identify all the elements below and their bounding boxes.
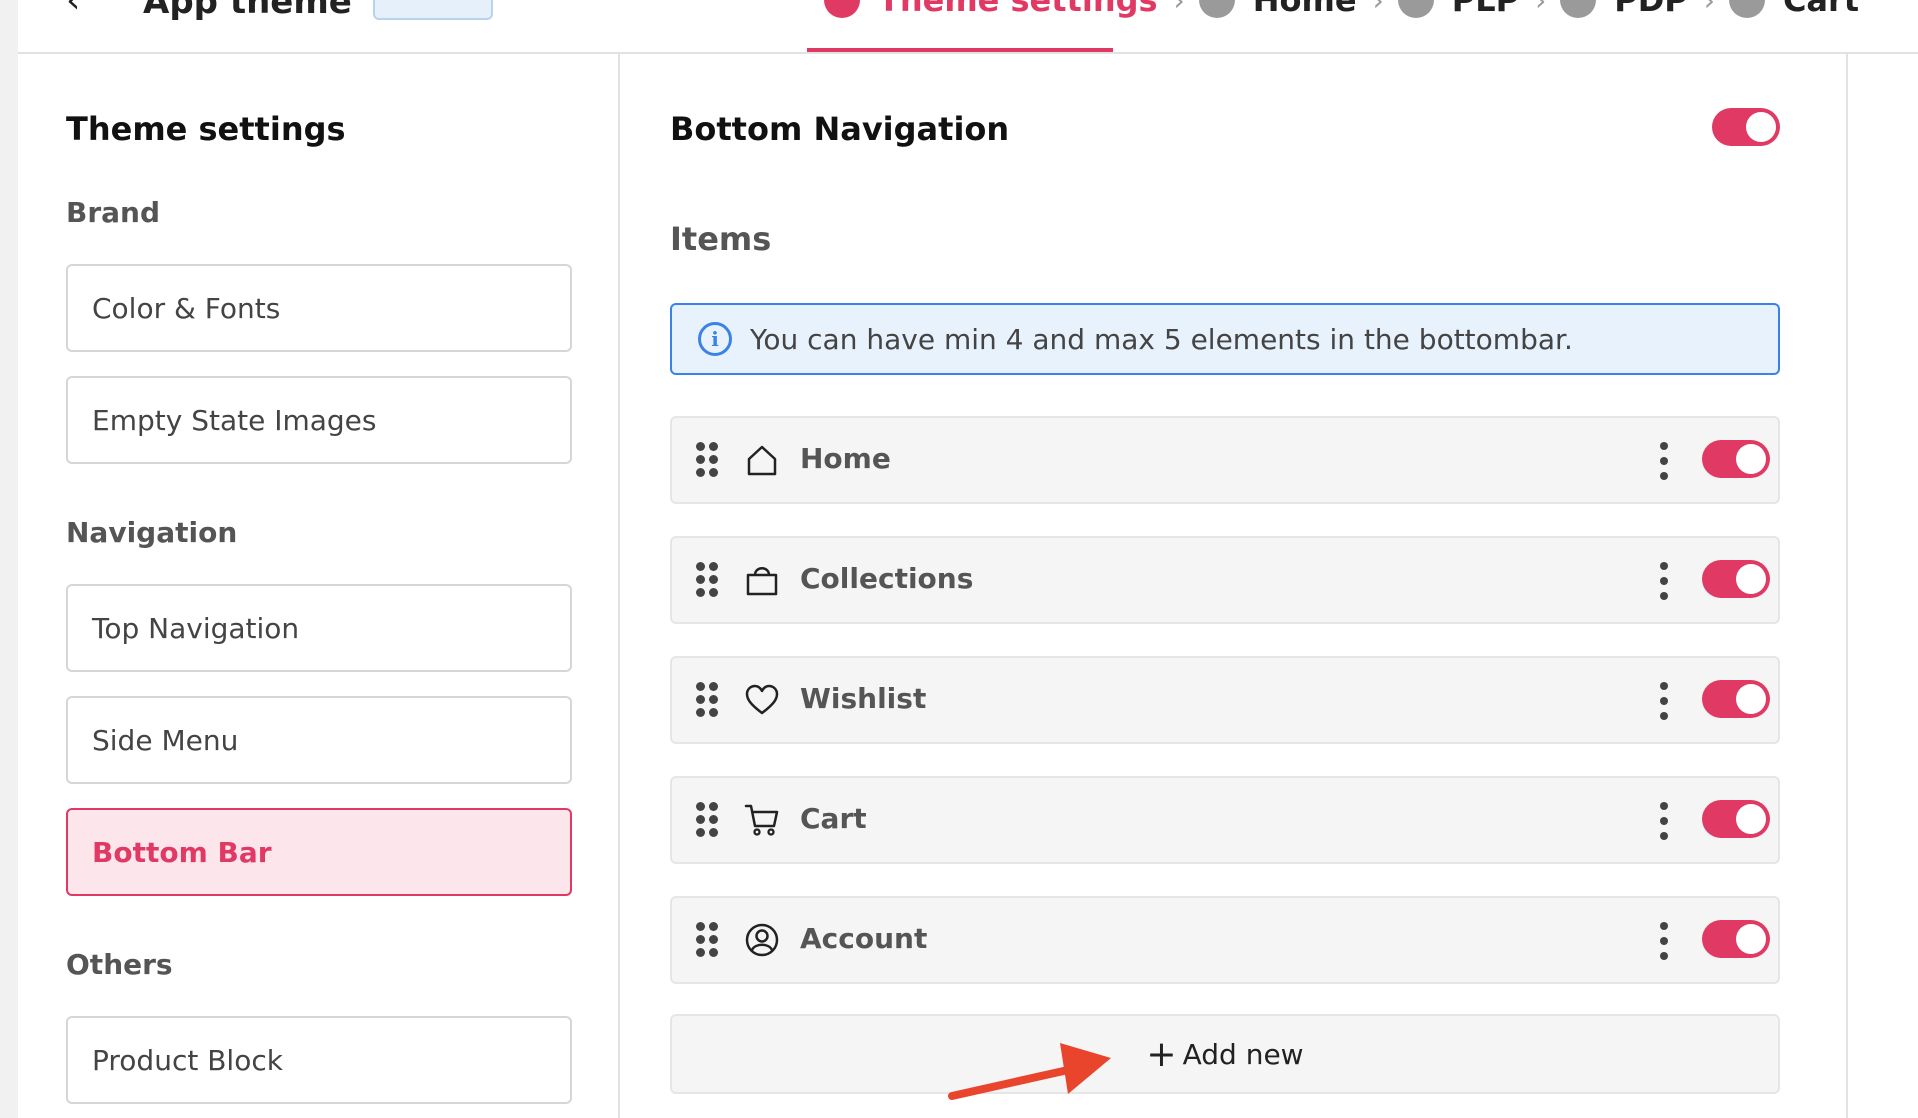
home-icon [747, 445, 777, 476]
chevron-right-icon: › [1173, 0, 1185, 17]
drag-handle-icon[interactable] [696, 682, 718, 718]
step-home[interactable]: Home [1198, 0, 1357, 19]
more-options-icon[interactable] [1658, 802, 1670, 840]
more-options-icon[interactable] [1658, 682, 1670, 720]
chevron-right-icon: › [1535, 0, 1547, 17]
step-label: PLP [1451, 0, 1520, 19]
section-label-brand: Brand [66, 196, 161, 229]
drag-handle-icon[interactable] [696, 922, 718, 958]
items-heading: Items [670, 220, 772, 258]
nav-item-label: Account [800, 922, 928, 955]
nav-item-label: Collections [800, 562, 974, 595]
step-plp[interactable]: PLP [1397, 0, 1520, 19]
step-indicator-icon [1397, 0, 1434, 18]
back-arrow-icon[interactable]: ‹ [66, 0, 80, 21]
step-label: PDP [1614, 0, 1688, 19]
active-step-underline [807, 48, 1113, 52]
more-options-icon[interactable] [1658, 562, 1670, 600]
chevron-right-icon: › [1703, 0, 1715, 17]
drag-handle-icon[interactable] [696, 562, 718, 598]
nav-item-toggle[interactable] [1702, 560, 1770, 598]
step-label: Home [1252, 0, 1357, 19]
more-options-icon[interactable] [1658, 922, 1670, 960]
step-indicator-icon [824, 0, 860, 18]
step-indicator-icon [1560, 0, 1597, 18]
nav-item-collections[interactable]: Collections [670, 536, 1780, 624]
heart-icon [745, 684, 779, 715]
drag-handle-icon[interactable] [696, 802, 718, 838]
cart-icon [744, 804, 779, 836]
add-new-button[interactable]: + Add new [670, 1014, 1780, 1094]
info-text: You can have min 4 and max 5 elements in… [750, 322, 1573, 356]
more-options-icon[interactable] [1658, 442, 1670, 480]
step-label: Cart [1782, 0, 1860, 19]
app-frame: ‹ App theme Theme settings › Home › PLP … [18, 0, 1918, 1118]
nav-item-home[interactable]: Home [670, 416, 1780, 504]
sidebar-title: Theme settings [66, 110, 346, 148]
status-badge [373, 0, 493, 20]
chevron-right-icon: › [1372, 0, 1384, 17]
sidebar-item-top-navigation[interactable]: Top Navigation [66, 584, 572, 672]
nav-item-account[interactable]: Account [670, 896, 1780, 984]
nav-item-toggle[interactable] [1702, 440, 1770, 478]
step-navigation: Theme settings › Home › PLP › PDP › Cart [824, 0, 1889, 20]
step-cart[interactable]: Cart [1728, 0, 1860, 19]
account-icon [745, 923, 779, 957]
sidebar-item-empty-state-images[interactable]: Empty State Images [66, 376, 572, 464]
drag-handle-icon[interactable] [696, 442, 718, 478]
nav-item-cart[interactable]: Cart [670, 776, 1780, 864]
step-theme-settings[interactable]: Theme settings [824, 0, 1158, 19]
bottom-navigation-toggle[interactable] [1712, 108, 1780, 146]
step-indicator-icon [1198, 0, 1235, 18]
nav-item-toggle[interactable] [1702, 680, 1770, 718]
section-label-navigation: Navigation [66, 516, 238, 549]
step-label: Theme settings [878, 0, 1158, 19]
sidebar-item-side-menu[interactable]: Side Menu [66, 696, 572, 784]
app-title: App theme [143, 0, 352, 22]
nav-item-toggle[interactable] [1702, 800, 1770, 838]
sidebar-item-product-block[interactable]: Product Block [66, 1016, 572, 1104]
top-bar: ‹ App theme Theme settings › Home › PLP … [18, 0, 1918, 54]
nav-item-label: Home [800, 442, 891, 475]
bag-icon [746, 567, 778, 596]
nav-item-toggle[interactable] [1702, 920, 1770, 958]
step-indicator-icon [1728, 0, 1765, 18]
nav-item-label: Wishlist [800, 682, 927, 715]
nav-item-label: Cart [800, 802, 867, 835]
page-title: Bottom Navigation [670, 110, 1010, 148]
section-label-others: Others [66, 948, 173, 981]
theme-settings-sidebar: Theme settings Brand Color & Fonts Empty… [18, 54, 620, 1118]
sidebar-item-bottom-bar[interactable]: Bottom Bar [66, 808, 572, 896]
nav-item-wishlist[interactable]: Wishlist [670, 656, 1780, 744]
info-banner: i You can have min 4 and max 5 elements … [670, 303, 1780, 375]
add-new-label: Add new [1182, 1037, 1304, 1071]
sidebar-item-color-fonts[interactable]: Color & Fonts [66, 264, 572, 352]
bottom-navigation-panel: Bottom Navigation Items i You can have m… [622, 54, 1848, 1118]
info-icon: i [698, 322, 732, 356]
step-pdp[interactable]: PDP [1560, 0, 1688, 19]
plus-icon: + [1146, 1033, 1177, 1075]
